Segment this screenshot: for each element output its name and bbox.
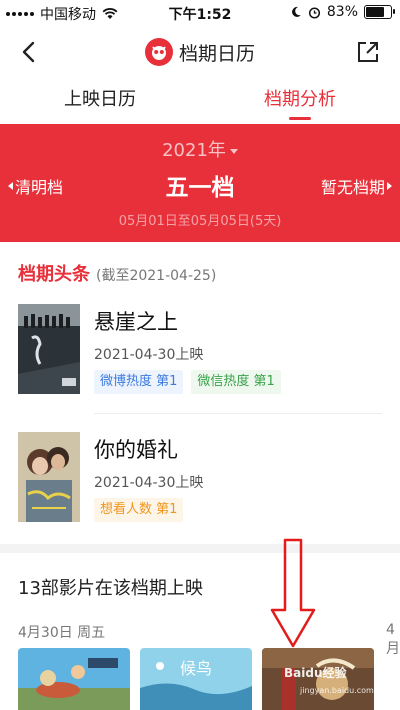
next-period-label: 暂无档期 [320, 178, 385, 197]
tab-bar: 上映日历 档期分析 [0, 80, 400, 122]
section-gap [0, 544, 400, 553]
movie-title[interactable]: 悬崖之上 [94, 306, 178, 336]
battery-icon [364, 5, 395, 19]
headlines-section: 档期头条 (截至2021-04-25) 悬崖之上 2021-04-30上映 微博… [0, 242, 400, 544]
year-label: 2021年 [162, 140, 226, 161]
app-logo-icon [144, 38, 173, 66]
day-header: 4月30日 周五 [18, 625, 106, 641]
nav-bar: 档期日历 [0, 26, 400, 78]
section-subtitle: (截至2021-04-25) [96, 268, 217, 284]
movie-release-date: 2021-04-30上映 [94, 475, 204, 491]
page-title: 档期日历 [178, 42, 255, 65]
movie-card[interactable]: 你的婚礼 2021-04-30上映 想看人数 第1 [18, 432, 382, 524]
tab-schedule-analysis[interactable]: 档期分析 [200, 80, 400, 122]
movie-title[interactable]: 你的婚礼 [94, 434, 178, 464]
caret-down-icon [229, 148, 238, 154]
tab-release-calendar[interactable]: 上映日历 [0, 80, 200, 122]
movie-release-date: 2021-04-30上映 [94, 347, 204, 363]
movie-card[interactable]: 悬崖之上 2021-04-30上映 微博热度 第1 微信热度 第1 [18, 304, 382, 396]
movie-poster[interactable] [18, 304, 80, 394]
svg-text:候鸟: 候鸟 [180, 659, 212, 678]
wechat-rank-tag: 微信热度 第1 [191, 370, 281, 394]
down-arrow-icon [270, 538, 316, 648]
watermark-url: jingyan.baidu.com [300, 686, 374, 695]
want-to-see-rank-tag: 想看人数 第1 [94, 498, 184, 522]
alarm-icon [308, 6, 320, 19]
movie-thumbnail[interactable] [18, 648, 130, 710]
triangle-right-icon [387, 182, 392, 190]
watermark: Baidu经验 [284, 666, 347, 680]
movie-poster[interactable] [18, 432, 80, 522]
date-range: 05月01日至05月05日(5天) [118, 214, 282, 229]
year-selector[interactable]: 2021年 [0, 136, 400, 162]
schedule-banner: 2021年 清明档 五一档 暂无档期 05月01日至05月05日(5天) [0, 124, 400, 242]
moon-icon [291, 6, 301, 17]
divider [94, 413, 382, 414]
next-period-button[interactable]: 暂无档期 [321, 174, 392, 198]
weibo-rank-tag: 微博热度 第1 [94, 370, 184, 394]
battery-percent: 83% [326, 4, 358, 20]
movie-count-title: 13部影片在该档期上映 [18, 578, 203, 599]
status-bar: 中国移动 下午1:52 83% [0, 0, 400, 26]
section-title: 档期头条 [18, 264, 90, 285]
share-icon[interactable] [356, 40, 380, 64]
movie-thumbnail[interactable]: 候鸟 [140, 648, 252, 710]
